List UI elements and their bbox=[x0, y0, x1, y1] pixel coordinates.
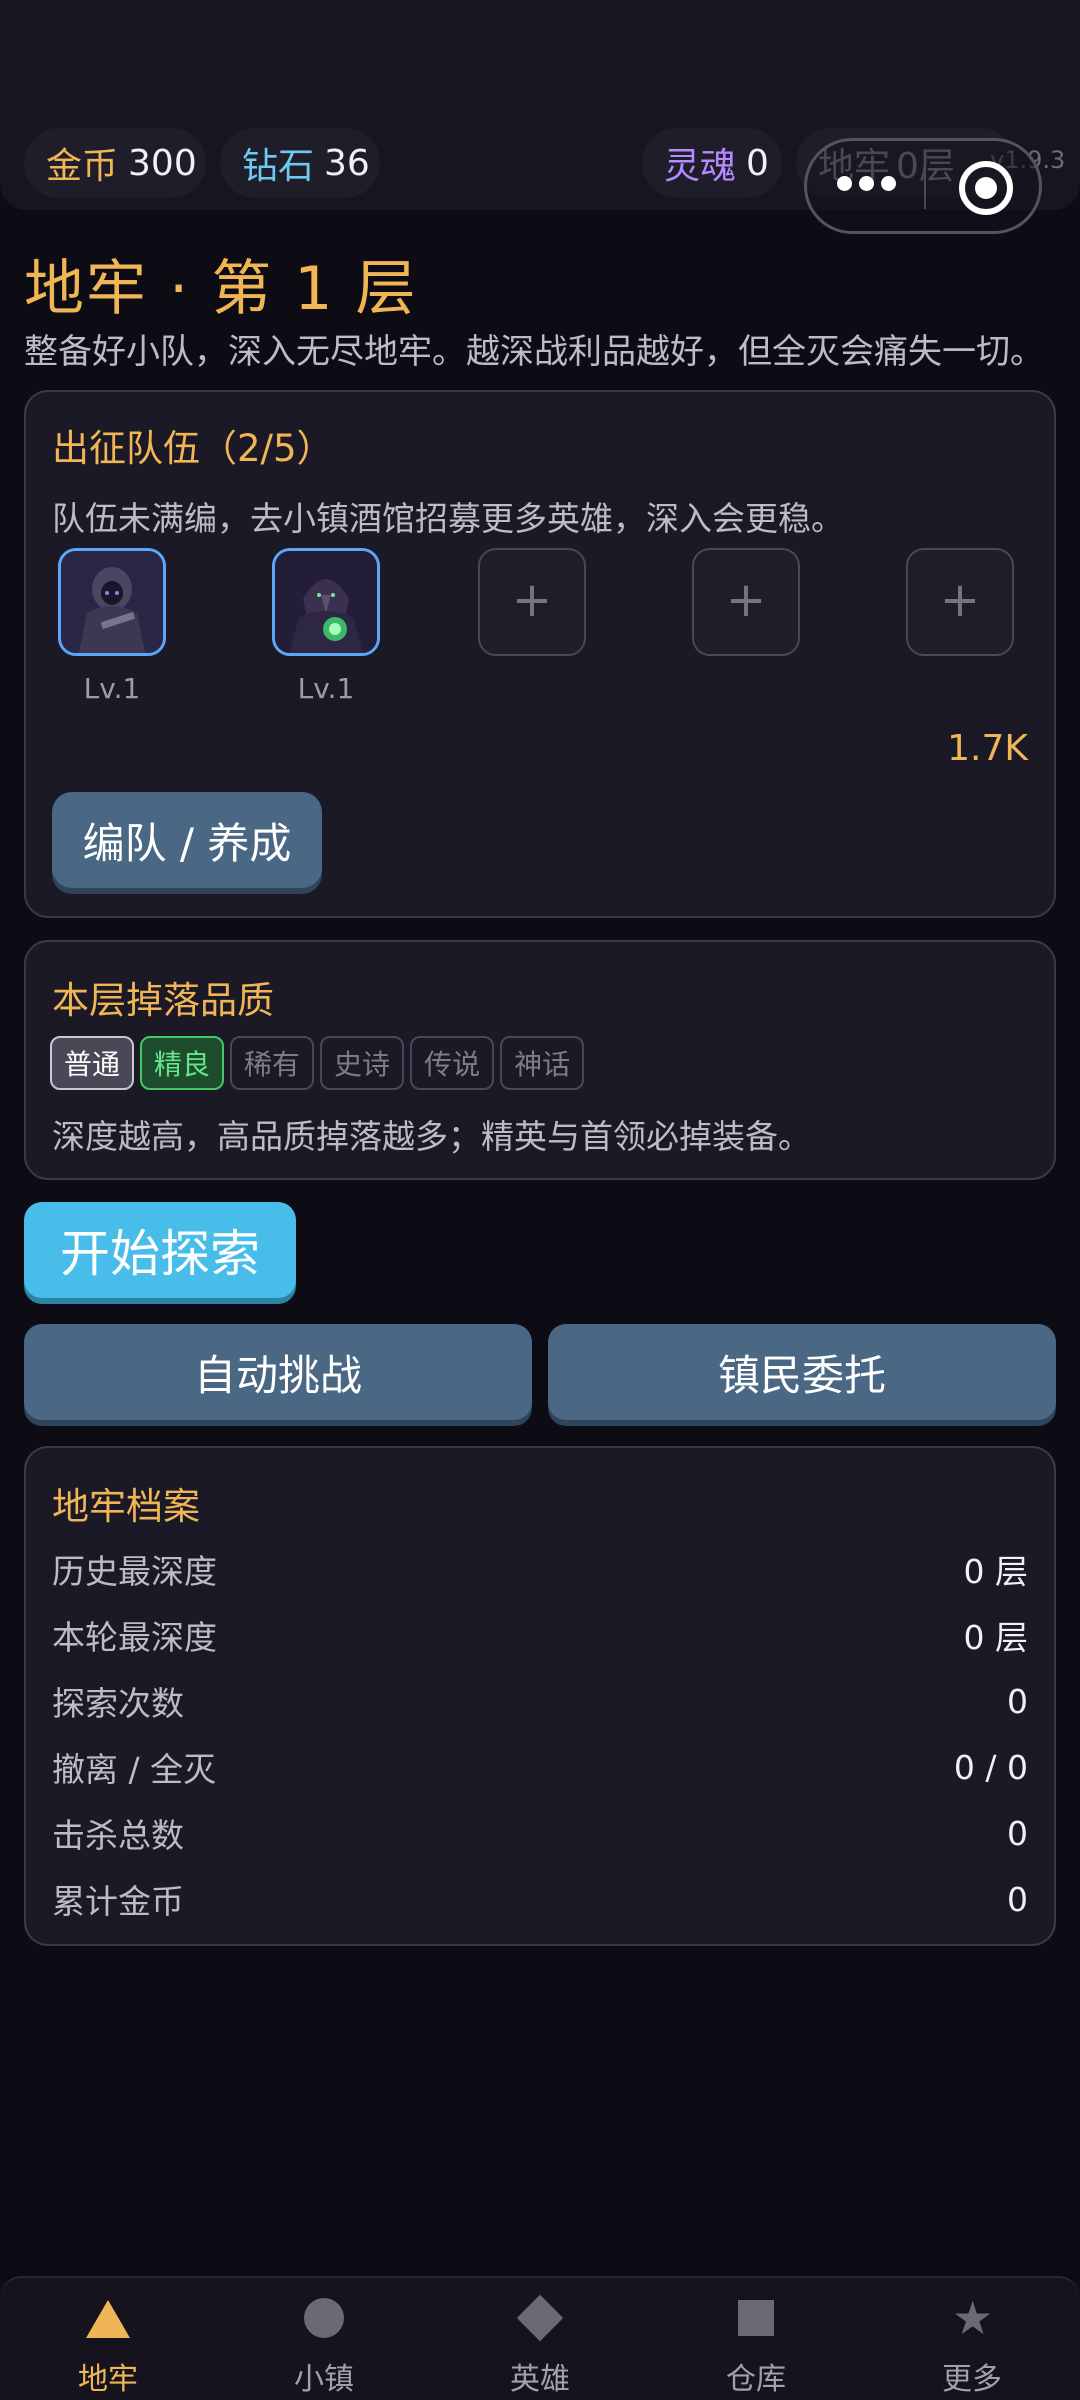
nav-tab-more[interactable]: ★ 更多 bbox=[864, 2278, 1080, 2400]
diamond-icon bbox=[516, 2294, 564, 2342]
gold-value: 300 bbox=[128, 142, 197, 184]
bottom-nav: 地牢 小镇 英雄 仓库 ★ 更多 bbox=[0, 2276, 1080, 2400]
diamond-value: 36 bbox=[324, 142, 370, 184]
stat-value: 0 层 bbox=[963, 1618, 1029, 1657]
stat-value: 0 bbox=[1007, 1813, 1028, 1853]
stat-value: 0 层 bbox=[963, 1552, 1029, 1591]
townsfolk-quest-button[interactable]: 镇民委托 bbox=[548, 1324, 1056, 1420]
stat-label: 历史最深度 bbox=[52, 1552, 217, 1591]
nav-label: 仓库 bbox=[726, 2362, 786, 2397]
drop-title: 本层掉落品质 bbox=[52, 979, 274, 1022]
square-icon bbox=[738, 2300, 774, 2336]
stat-label: 累计金币 bbox=[52, 1882, 184, 1921]
star-icon: ★ bbox=[952, 2291, 994, 2345]
quality-tag-myth: 神话 bbox=[500, 1036, 585, 1090]
close-target-icon[interactable] bbox=[959, 161, 1013, 215]
nav-label: 英雄 bbox=[510, 2362, 570, 2397]
hero-slot-1-level: Lv.1 bbox=[83, 672, 141, 705]
page-title: 地牢 · 第 1 层 bbox=[24, 254, 418, 324]
triangle-icon bbox=[86, 2300, 130, 2338]
start-explore-button[interactable]: 开始探索 bbox=[24, 1202, 296, 1298]
nav-label: 更多 bbox=[942, 2362, 1002, 2397]
nav-tab-town[interactable]: 小镇 bbox=[216, 2278, 432, 2400]
hero-slot-2[interactable] bbox=[272, 548, 380, 656]
stat-row: 本轮最深度 0 层 bbox=[52, 1610, 1028, 1660]
team-title: 出征队伍（2/5） bbox=[52, 427, 334, 470]
stat-label: 探索次数 bbox=[52, 1684, 184, 1723]
stat-value: 0 bbox=[1007, 1681, 1028, 1721]
hero-slot-2-level: Lv.1 bbox=[297, 672, 355, 705]
nav-tab-dungeon[interactable]: 地牢 bbox=[0, 2278, 216, 2400]
more-dots-icon[interactable] bbox=[837, 176, 897, 198]
team-power: 1.7K bbox=[947, 728, 1028, 769]
stat-row: 历史最深度 0 层 bbox=[52, 1544, 1028, 1594]
soul-value: 0 bbox=[746, 142, 769, 184]
stat-label: 撤离 / 全灭 bbox=[52, 1750, 217, 1789]
nav-tab-warehouse[interactable]: 仓库 bbox=[648, 2278, 864, 2400]
drop-description: 深度越高，高品质掉落越多；精英与首领必掉装备。 bbox=[52, 1117, 811, 1156]
manage-team-button[interactable]: 编队 / 养成 bbox=[52, 792, 322, 888]
hero-portrait-2 bbox=[275, 551, 377, 653]
stat-label: 击杀总数 bbox=[52, 1816, 184, 1855]
capsule-divider bbox=[924, 163, 926, 209]
circle-icon bbox=[304, 2298, 344, 2338]
empty-slot-5[interactable]: + bbox=[906, 548, 1014, 656]
gold-counter: 金币 300 bbox=[24, 128, 206, 198]
drop-quality-card: 本层掉落品质 普通 精良 稀有 史诗 传说 神话 深度越高，高品质掉落越多；精英… bbox=[24, 940, 1056, 1180]
stat-value: 0 / 0 bbox=[953, 1747, 1028, 1787]
stat-row: 探索次数 0 bbox=[52, 1676, 1028, 1726]
nav-label: 地牢 bbox=[78, 2362, 138, 2397]
quality-tag-epic: 史诗 bbox=[320, 1036, 405, 1090]
hero-slot-1[interactable] bbox=[58, 548, 166, 656]
soul-label: 灵魂 bbox=[664, 146, 737, 187]
page-subtitle: 整备好小队，深入无尽地牢。越深战利品越好，但全灭会痛失一切。 bbox=[24, 332, 1044, 372]
soul-counter: 灵魂 0 bbox=[642, 128, 782, 198]
diamond-counter: 钻石 36 bbox=[220, 128, 380, 198]
empty-slot-3[interactable]: + bbox=[478, 548, 586, 656]
empty-slot-4[interactable]: + bbox=[692, 548, 800, 656]
auto-challenge-button[interactable]: 自动挑战 bbox=[24, 1324, 532, 1420]
stat-label: 本轮最深度 bbox=[52, 1618, 217, 1657]
miniprogram-capsule bbox=[804, 138, 1042, 234]
stats-title: 地牢档案 bbox=[52, 1485, 200, 1528]
team-hint: 队伍未满编，去小镇酒馆招募更多英雄，深入会更稳。 bbox=[52, 499, 844, 538]
quality-tag-normal: 普通 bbox=[50, 1036, 135, 1090]
nav-label: 小镇 bbox=[294, 2362, 354, 2397]
stat-row: 击杀总数 0 bbox=[52, 1808, 1028, 1858]
stat-row: 累计金币 0 bbox=[52, 1874, 1028, 1924]
diamond-label: 钻石 bbox=[242, 146, 315, 187]
stat-value: 0 bbox=[1007, 1879, 1028, 1919]
quality-tags: 普通 精良 稀有 史诗 传说 神话 bbox=[50, 1036, 585, 1090]
add-icon: + bbox=[939, 572, 981, 628]
team-card: 出征队伍（2/5） 队伍未满编，去小镇酒馆招募更多英雄，深入会更稳。 Lv.1 … bbox=[24, 390, 1056, 918]
nav-tab-heroes[interactable]: 英雄 bbox=[432, 2278, 648, 2400]
quality-tag-rare: 稀有 bbox=[230, 1036, 315, 1090]
gold-label: 金币 bbox=[46, 146, 119, 187]
quality-tag-fine: 精良 bbox=[140, 1036, 225, 1090]
hero-portrait-1 bbox=[61, 551, 163, 653]
stat-row: 撤离 / 全灭 0 / 0 bbox=[52, 1742, 1028, 1792]
add-icon: + bbox=[511, 572, 553, 628]
quality-tag-legend: 传说 bbox=[410, 1036, 495, 1090]
add-icon: + bbox=[725, 572, 767, 628]
dungeon-stats-card: 地牢档案 历史最深度 0 层 本轮最深度 0 层 探索次数 0 撤离 / 全灭 … bbox=[24, 1446, 1056, 1946]
